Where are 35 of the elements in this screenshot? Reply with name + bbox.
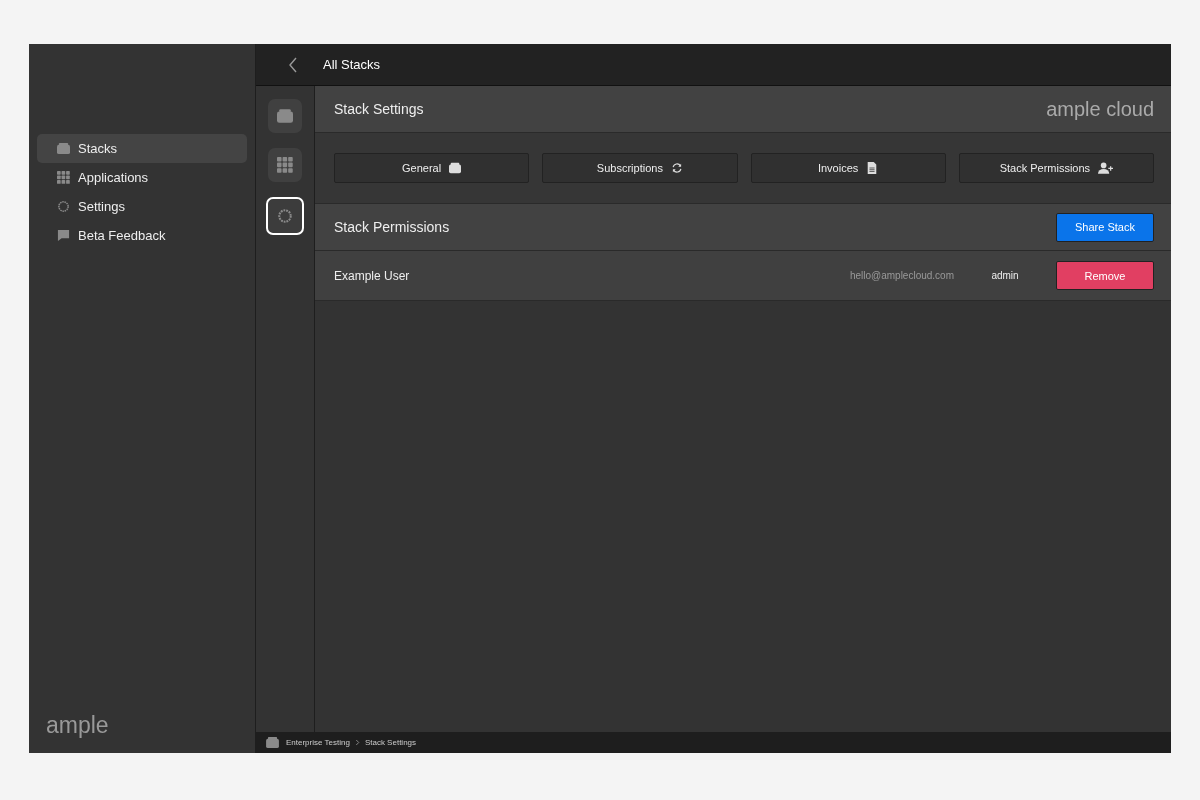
sidebar-item[interactable]: Stacks: [37, 134, 247, 163]
logo-text: ample: [45, 712, 110, 739]
sidebar-item[interactable]: Beta Feedback: [37, 221, 247, 250]
remove-button[interactable]: Remove: [1056, 261, 1154, 290]
stack-icon: [449, 162, 462, 174]
stack-icon: [57, 142, 70, 155]
grid-icon: [57, 171, 70, 184]
user-email: hello@amplecloud.com: [849, 270, 954, 281]
tab-button[interactable]: Invoices: [750, 153, 946, 183]
add-user-icon: [1098, 162, 1114, 174]
sidebar-item[interactable]: Settings: [37, 192, 247, 221]
tab-button[interactable]: Subscriptions: [542, 153, 738, 183]
document-icon: [866, 162, 879, 174]
sync-icon: [670, 162, 683, 174]
grid-icon: [277, 157, 293, 173]
tab-button[interactable]: General: [334, 153, 530, 183]
sidebar-item[interactable]: Applications: [37, 163, 247, 192]
page-title: All Stacks: [323, 57, 381, 72]
share-button[interactable]: Share Stack: [1056, 212, 1154, 242]
stack-icon: [266, 737, 279, 748]
gear-icon: [277, 208, 293, 224]
chevron-icon: [354, 739, 360, 746]
brand-logo-text: ample cloud: [1046, 97, 1154, 121]
section-title: Stack Settings: [334, 101, 424, 117]
breadcrumb-link[interactable]: Enterprise Testing: [286, 738, 350, 747]
rail-button[interactable]: [266, 197, 304, 235]
user-role: admin: [990, 270, 1020, 281]
back-chevron-icon[interactable]: [288, 56, 298, 73]
tab-button[interactable]: Stack Permissions: [958, 153, 1154, 183]
gear-icon: [57, 200, 70, 213]
section-title: Stack Permissions: [334, 219, 450, 235]
breadcrumb-link[interactable]: Stack Settings: [364, 738, 417, 747]
stack-icon: [277, 108, 293, 124]
chat-icon: [57, 229, 70, 242]
user-name: Example User: [334, 268, 411, 283]
